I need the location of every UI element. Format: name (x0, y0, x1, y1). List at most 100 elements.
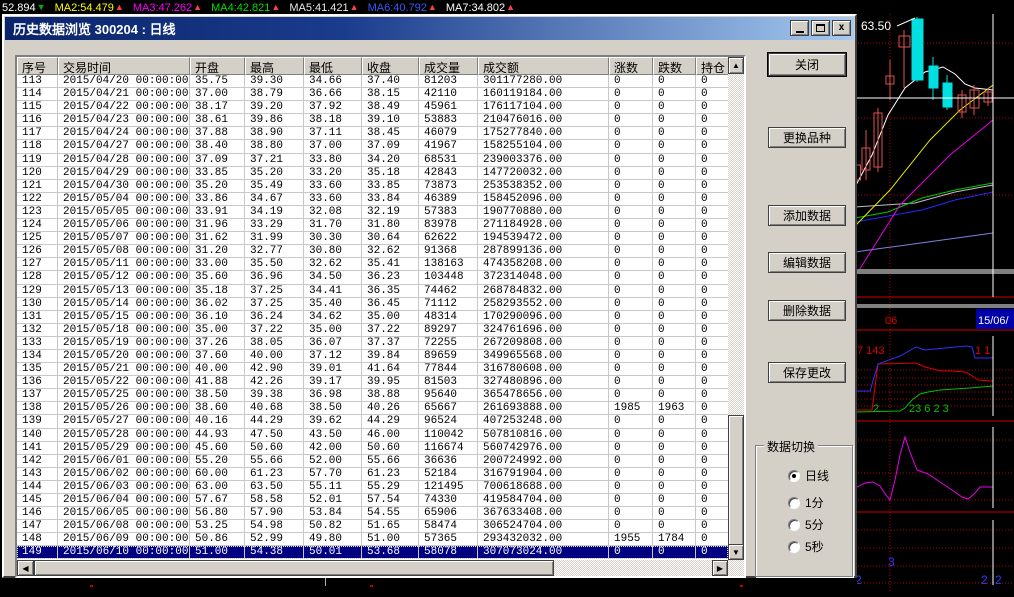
vertical-scrollbar[interactable]: ▲ ▼ (728, 57, 744, 560)
close-window-button[interactable]: x (832, 20, 851, 36)
table-cell: 148 (17, 533, 58, 546)
table-row[interactable]: 122 2015/05/04 00:00:00 33.86 34.67 33.60 33.… (17, 192, 728, 206)
column-header[interactable]: 最低 (304, 57, 362, 75)
table-cell: 2015/04/21 00:00:00 (58, 88, 190, 101)
delete-data-button[interactable]: 删除数据 (768, 300, 846, 321)
column-header[interactable]: 成交量 (419, 57, 478, 75)
column-header[interactable]: 最高 (245, 57, 304, 75)
table-row[interactable]: 113 2015/04/20 00:00:00 35.75 39.30 34.66 37.… (17, 75, 728, 89)
table-cell: 119 (17, 153, 58, 166)
table-cell: 41967 (419, 140, 478, 153)
table-cell: 2015/05/11 00:00:00 (58, 258, 190, 271)
table-row[interactable]: 118 2015/04/27 00:00:00 38.40 38.80 37.00 37.… (17, 140, 728, 154)
maximize-button[interactable] (811, 20, 830, 36)
radio-icon[interactable] (788, 540, 800, 553)
table-row[interactable]: 119 2015/04/28 00:00:00 37.09 37.21 33.80 34.… (17, 153, 728, 167)
table-row[interactable]: 135 2015/05/21 00:00:00 40.00 42.90 39.01 41.… (17, 363, 728, 377)
table-row[interactable]: 147 2015/06/08 00:00:00 53.25 54.98 50.82 51.… (17, 520, 728, 534)
table-cell: 50.60 (245, 441, 304, 454)
scroll-left-button[interactable]: ◀ (17, 560, 34, 576)
add-data-button[interactable]: 添加数据 (768, 205, 846, 226)
table-row[interactable]: 130 2015/05/14 00:00:00 36.02 37.25 35.40 36.… (17, 297, 728, 311)
table-row[interactable]: 144 2015/06/03 00:00:00 63.00 63.50 55.11 55.… (17, 480, 728, 494)
radio-option-3[interactable]: 5分 (788, 516, 824, 533)
table-cell: 58474 (419, 520, 478, 533)
column-header[interactable]: 成交额 (478, 57, 609, 75)
column-header[interactable]: 开盘 (190, 57, 245, 75)
table-cell: 89297 (419, 323, 478, 336)
table-body[interactable]: 113 2015/04/20 00:00:00 35.75 39.30 34.66 37.… (17, 75, 728, 560)
table-row[interactable]: 139 2015/05/27 00:00:00 40.16 44.29 39.62 44.… (17, 415, 728, 429)
radio-option-2[interactable]: 1分 (788, 494, 824, 511)
table-row[interactable]: 126 2015/05/08 00:00:00 31.20 32.77 30.80 32.… (17, 245, 728, 259)
table-row[interactable]: 129 2015/05/13 00:00:00 35.18 37.25 34.41 36.… (17, 284, 728, 298)
table-cell: 0 (653, 363, 696, 376)
table-row[interactable]: 133 2015/05/19 00:00:00 37.26 38.05 36.07 37.… (17, 336, 728, 350)
table-row[interactable]: 148 2015/06/09 00:00:00 50.86 52.99 49.80 51.… (17, 533, 728, 547)
radio-label: 5秒 (805, 540, 824, 554)
table-row[interactable]: 124 2015/05/06 00:00:00 31.96 33.29 31.70 31.… (17, 219, 728, 233)
table-cell: 51.00 (362, 533, 419, 546)
table-row[interactable]: 127 2015/05/11 00:00:00 33.00 35.50 32.62 35.… (17, 258, 728, 272)
table-row[interactable]: 143 2015/06/02 00:00:00 60.00 61.23 57.70 61.… (17, 467, 728, 481)
table-cell: 0 (653, 271, 696, 284)
table-row[interactable]: 117 2015/04/24 00:00:00 37.88 38.90 37.11 38.… (17, 127, 728, 141)
radio-icon[interactable] (788, 518, 800, 531)
table-cell: 0 (701, 376, 708, 389)
table-cell: 41.64 (362, 363, 419, 376)
table-row[interactable]: 136 2015/05/22 00:00:00 41.88 42.26 39.17 39.… (17, 376, 728, 390)
save-changes-button[interactable]: 保存更改 (768, 362, 846, 383)
table-cell: 316780608.00 (478, 363, 609, 376)
table-row[interactable]: 131 2015/05/15 00:00:00 36.10 36.24 34.62 35.… (17, 310, 728, 324)
radio-icon[interactable] (788, 469, 800, 482)
table-row[interactable]: 149 2015/06/10 00:00:00 51.00 54.38 50.01 53.… (17, 546, 728, 560)
table-row[interactable]: 114 2015/04/21 00:00:00 37.00 38.79 36.66 38.… (17, 88, 728, 102)
table-row[interactable]: 123 2015/05/05 00:00:00 33.91 34.19 32.08 32.… (17, 205, 728, 220)
table-row[interactable]: 125 2015/05/07 00:00:00 31.62 31.99 30.30 30.… (17, 232, 728, 246)
horizontal-scrollbar[interactable]: ◀ ▶ (17, 560, 744, 576)
column-header[interactable]: 交易时间 (58, 57, 190, 75)
table-row[interactable]: 128 2015/05/12 00:00:00 35.60 36.96 34.50 36.… (17, 271, 728, 285)
minimize-button[interactable] (790, 20, 809, 36)
radio-option-4[interactable]: 5秒 (788, 538, 824, 555)
table-row[interactable]: 137 2015/05/25 00:00:00 38.50 39.38 36.98 38.… (17, 389, 728, 403)
table-row[interactable]: 146 2015/06/05 00:00:00 56.80 57.90 53.84 54.… (17, 507, 728, 521)
dialog-titlebar[interactable]: 历史数据浏览 300204 : 日线 x (5, 17, 854, 40)
table-cell: 33.80 (304, 153, 362, 166)
edit-data-button[interactable]: 编辑数据 (768, 252, 846, 273)
column-header[interactable]: 序号 (17, 57, 58, 75)
horizontal-scroll-thumb[interactable] (34, 560, 554, 576)
table-cell: 2015/05/25 00:00:00 (58, 389, 190, 402)
radio-icon[interactable] (788, 496, 800, 509)
table-cell: 32.77 (245, 245, 304, 258)
table-row[interactable]: 142 2015/06/01 00:00:00 55.20 55.66 52.00 55.… (17, 454, 728, 468)
column-header[interactable]: 涨数 (609, 57, 653, 75)
change-symbol-button[interactable]: 更换品种 (768, 127, 846, 148)
table-cell: 0 (701, 127, 708, 140)
table-cell: 36636 (419, 454, 478, 467)
table-cell: 0 (653, 258, 696, 271)
column-header[interactable]: 收盘 (362, 57, 419, 75)
table-row[interactable]: 141 2015/05/29 00:00:00 45.60 50.60 42.00 50.… (17, 441, 728, 455)
table-cell: 2015/06/05 00:00:00 (58, 507, 190, 520)
table-row[interactable]: 145 2015/06/04 00:00:00 57.67 58.58 52.01 57.… (17, 494, 728, 508)
column-header[interactable]: 持仓 (696, 57, 728, 75)
column-header[interactable]: 跌数 (653, 57, 696, 75)
table-row[interactable]: 140 2015/05/28 00:00:00 44.93 47.50 43.50 46.… (17, 428, 728, 442)
table-row[interactable]: 138 2015/05/26 00:00:00 38.60 40.68 38.50 40.… (17, 402, 728, 416)
table-row[interactable]: 120 2015/04/29 00:00:00 33.85 35.20 33.20 35.… (17, 166, 728, 180)
table-row[interactable]: 116 2015/04/23 00:00:00 38.61 39.86 38.18 39.… (17, 114, 728, 128)
table-row[interactable]: 121 2015/04/30 00:00:00 35.20 35.49 33.60 33.… (17, 179, 728, 193)
scroll-up-button[interactable]: ▲ (728, 57, 744, 74)
table-cell: 38.18 (304, 114, 362, 127)
table-cell: 39.10 (362, 114, 419, 127)
radio-option-1[interactable]: 日线 (788, 467, 829, 484)
table-row[interactable]: 134 2015/05/20 00:00:00 37.60 40.00 37.12 39.… (17, 349, 728, 364)
table-cell: 700618688.00 (478, 480, 609, 493)
scroll-down-button[interactable]: ▼ (728, 544, 744, 560)
table-row[interactable]: 115 2015/04/22 00:00:00 38.17 39.20 37.92 38.… (17, 101, 728, 115)
scroll-right-button[interactable]: ▶ (712, 560, 728, 576)
vertical-scroll-thumb[interactable] (728, 415, 744, 547)
table-row[interactable]: 132 2015/05/18 00:00:00 35.00 37.22 35.00 37.… (17, 323, 728, 337)
close-button[interactable]: 关闭 (768, 53, 846, 76)
